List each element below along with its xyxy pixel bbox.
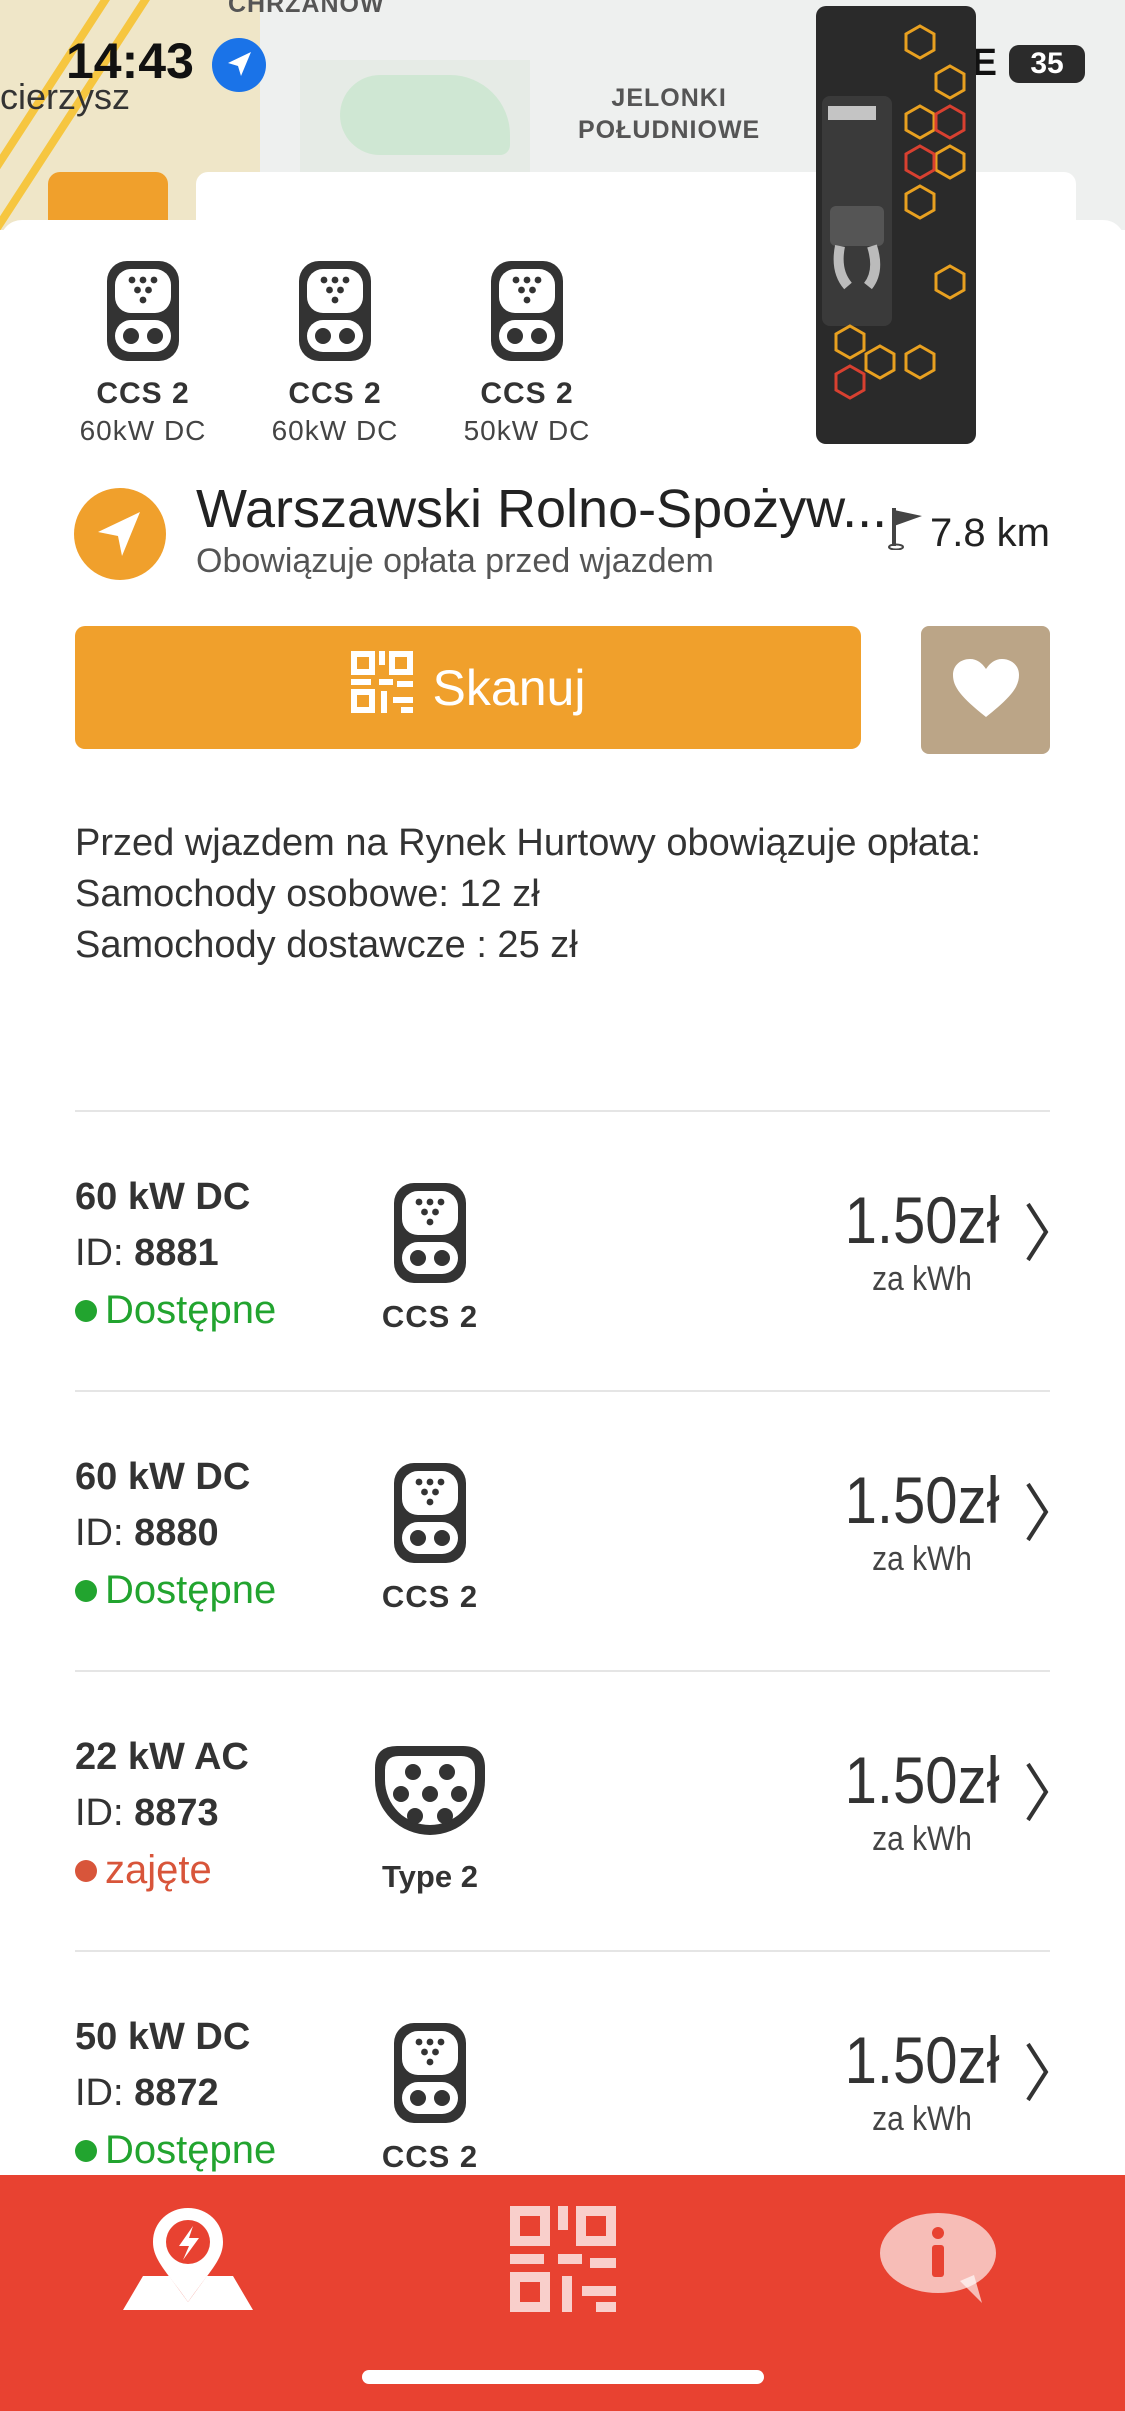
- plug-label: CCS 2: [381, 2139, 479, 2174]
- fee-info: Przed wjazdem na Rynek Hurtowy obowiązuj…: [75, 818, 1055, 971]
- point-status: Dostępne: [75, 2128, 276, 2173]
- status-dot-icon: [75, 1299, 97, 1322]
- ccs2-icon: [262, 258, 408, 369]
- point-status: zajęte: [75, 1848, 212, 1893]
- point-power: 50 kW DC: [75, 2016, 251, 2058]
- price-unit: za kWh: [872, 1820, 972, 1858]
- connector-power: 60kW DC: [271, 415, 399, 446]
- charging-point-row[interactable]: 22 kW AC ID: 8873 zajęte Type 2 1.50zł z…: [75, 1670, 1050, 1950]
- status-time: 14:43: [66, 33, 194, 89]
- point-id: ID: 8880: [75, 1512, 219, 1554]
- distance: 7.8 km: [887, 506, 1050, 560]
- connector-name: CCS 2: [288, 377, 382, 410]
- point-power: 60 kW DC: [75, 1176, 251, 1218]
- point-price: 1.50zł za kWh: [834, 1182, 1010, 1299]
- qr-code-icon: [510, 2205, 616, 2317]
- point-price: 1.50zł za kWh: [834, 1742, 1010, 1859]
- navigate-icon[interactable]: [74, 488, 166, 580]
- qr-code-icon: [350, 650, 413, 725]
- status-dot-icon: [75, 2139, 97, 2162]
- connector-name: CCS 2: [96, 377, 190, 410]
- info-chat-icon: [878, 2211, 998, 2312]
- price-unit: za kWh: [872, 2100, 972, 2138]
- ccs2-icon: [454, 258, 600, 369]
- fee-info-line: Przed wjazdem na Rynek Hurtowy obowiązuj…: [75, 822, 982, 864]
- home-indicator[interactable]: [362, 2370, 764, 2384]
- point-price: 1.50zł za kWh: [834, 2022, 1010, 2139]
- plug-label: CCS 2: [381, 1579, 479, 1614]
- ccs2-icon: [394, 2023, 466, 2123]
- status-label: Dostępne: [105, 2128, 277, 2172]
- charging-points-list: 60 kW DC ID: 8881 Dostępne CCS 2 1.50zł …: [75, 1110, 1050, 2230]
- price-amount: 1.50zł: [844, 1183, 1000, 1257]
- point-id: ID: 8881: [75, 1232, 219, 1274]
- point-power: 22 kW AC: [75, 1736, 249, 1778]
- status-label: Dostępne: [105, 1288, 277, 1332]
- point-plug: Type 2: [355, 1740, 505, 1895]
- status-label: zajęte: [105, 1848, 212, 1892]
- plug-label: CCS 2: [381, 1299, 479, 1334]
- chevron-right-icon: [1024, 1202, 1050, 1267]
- summary-connector: CCS 2 60kW DC: [70, 258, 216, 447]
- point-price: 1.50zł za kWh: [834, 1462, 1010, 1579]
- fee-info-line: Samochody osobowe: 12 zł: [75, 873, 540, 915]
- scan-button[interactable]: Skanuj: [75, 626, 861, 749]
- price-unit: za kWh: [872, 1260, 972, 1298]
- charging-point-row[interactable]: 60 kW DC ID: 8881 Dostępne CCS 2 1.50zł …: [75, 1110, 1050, 1390]
- favorite-button[interactable]: [921, 626, 1050, 754]
- site-header[interactable]: Warszawski Rolno-Spożyw... Obowiązuje op…: [74, 478, 1050, 588]
- charging-point-row[interactable]: 60 kW DC ID: 8880 Dostępne CCS 2 1.50zł …: [75, 1390, 1050, 1670]
- map-charging-icon: [123, 2206, 253, 2317]
- distance-value: 7.8 km: [929, 510, 1050, 555]
- price-unit: za kWh: [872, 1540, 972, 1578]
- chevron-right-icon: [1024, 1482, 1050, 1547]
- point-power: 60 kW DC: [75, 1456, 251, 1498]
- location-arrow-icon: [212, 38, 266, 92]
- point-status: Dostępne: [75, 1568, 276, 1613]
- chevron-right-icon: [1024, 1762, 1050, 1827]
- point-id: ID: 8872: [75, 2072, 219, 2114]
- point-id: ID: 8873: [75, 1792, 219, 1834]
- battery-icon: 35: [1009, 44, 1085, 83]
- point-plug: CCS 2: [355, 1180, 505, 1335]
- tab-map[interactable]: [118, 2201, 258, 2321]
- map-park: [340, 75, 510, 155]
- price-amount: 1.50zł: [844, 1743, 1000, 1817]
- connector-name: CCS 2: [480, 377, 574, 410]
- plug-label: Type 2: [382, 1859, 478, 1894]
- connector-summary: CCS 2 60kW DC CCS 2 60kW DC CCS 2 50kW D…: [70, 258, 600, 447]
- chevron-right-icon: [1024, 2042, 1050, 2107]
- ccs2-icon: [394, 1183, 466, 1283]
- ccs2-icon: [70, 258, 216, 369]
- status-dot-icon: [75, 1579, 97, 1602]
- price-amount: 1.50zł: [844, 1463, 1000, 1537]
- map-label-district: JELONKI POŁUDNIOWE: [578, 84, 761, 144]
- flag-icon: [887, 506, 926, 560]
- tab-scan[interactable]: [493, 2201, 633, 2321]
- point-plug: CCS 2: [355, 1460, 505, 1615]
- status-dot-icon: [75, 1859, 97, 1882]
- site-name: Warszawski Rolno-Spożyw...: [196, 479, 888, 539]
- map-label-top: CHRZANÓW: [228, 0, 385, 18]
- tab-info[interactable]: [868, 2201, 1008, 2321]
- status-label: Dostępne: [105, 1568, 277, 1612]
- summary-connector: CCS 2 60kW DC: [262, 258, 408, 447]
- price-amount: 1.50zł: [844, 2023, 1000, 2097]
- summary-connector: CCS 2 50kW DC: [454, 258, 600, 447]
- heart-icon: [951, 657, 1021, 724]
- fee-info-line: Samochody dostawcze : 25 zł: [75, 924, 578, 966]
- charger-image: [810, 6, 985, 444]
- scan-label: Skanuj: [432, 659, 586, 716]
- ccs2-icon: [394, 1463, 466, 1563]
- point-status: Dostępne: [75, 1288, 276, 1333]
- type2-icon: [375, 1746, 485, 1835]
- connector-power: 60kW DC: [79, 415, 207, 446]
- connector-power: 50kW DC: [463, 415, 591, 446]
- point-plug: CCS 2: [355, 2020, 505, 2175]
- site-subtitle: Obowiązuje opłata przed wjazdem: [196, 542, 714, 580]
